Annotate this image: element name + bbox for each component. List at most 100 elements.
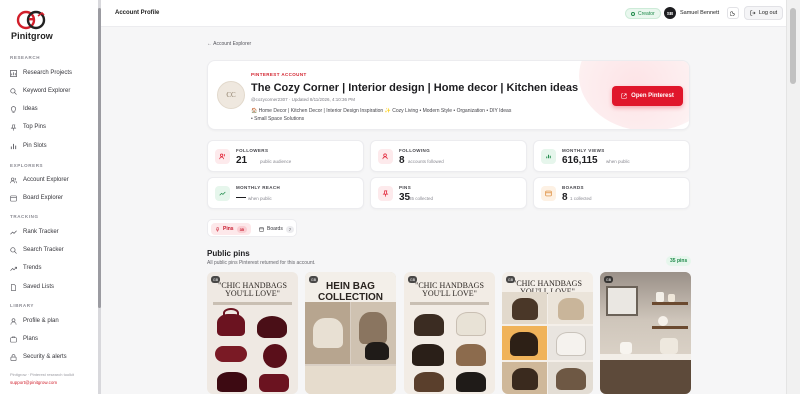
stat-value: 8 xyxy=(399,155,405,166)
back-link[interactable]: ← Account Explorer xyxy=(207,41,251,47)
stat-icon-badge xyxy=(378,149,393,164)
tab-pins-label: Pins xyxy=(223,226,234,232)
chart-icon xyxy=(10,69,17,77)
handbag-image xyxy=(359,312,387,344)
tab-pins[interactable]: Pins 35 xyxy=(211,223,252,235)
sidebar-item-search-tracker[interactable]: Search Tracker xyxy=(10,244,64,256)
sidebar-item-plans[interactable]: Plans xyxy=(10,333,38,345)
handbag-image xyxy=(414,372,444,392)
page-scrollbar-thumb[interactable] xyxy=(790,8,796,84)
avatar[interactable]: SB xyxy=(664,7,676,19)
open-pinterest-button[interactable]: Open Pinterest xyxy=(612,86,683,106)
sidebar-item-board-explorer[interactable]: Board Explorer xyxy=(10,192,63,204)
account-description: 🏠 Home Decor | Kitchen Decor | Interior … xyxy=(251,108,512,114)
handbag-image xyxy=(412,344,444,366)
account-description-continued: • Small Space Solutions xyxy=(251,116,305,122)
sidebar: Pinitgrow RESEARCH Research Projects Key… xyxy=(0,0,99,394)
pin-badge: GB xyxy=(211,276,220,283)
sidebar-item-saved-lists[interactable]: Saved Lists xyxy=(10,281,54,293)
logout-button[interactable]: Log out xyxy=(744,6,783,20)
handbag-image xyxy=(365,342,389,360)
kitchen-canister xyxy=(660,338,678,354)
trend-up-icon xyxy=(10,265,17,272)
layers-icon xyxy=(10,336,17,343)
account-avatar-text: CC xyxy=(226,91,236,99)
pin-card[interactable]: GB xyxy=(600,272,691,394)
pins-count-badge: 35 pins xyxy=(666,256,692,266)
sidebar-item-profile-plan[interactable]: Profile & plan xyxy=(10,315,59,327)
handbag-image xyxy=(456,312,486,336)
stat-card-monthly-reach: MONTHLY REACH — when public xyxy=(207,177,364,209)
handbag-image xyxy=(263,344,287,368)
logout-icon xyxy=(750,10,756,16)
section-explorers: EXPLORERS xyxy=(10,163,44,168)
sidebar-item-pin-slots[interactable]: Pin Slots xyxy=(10,140,47,152)
section-tracking: TRACKING xyxy=(10,214,39,219)
pin-card[interactable]: "CHIC HANDBAGS YOU'LL LOVE" GB xyxy=(502,272,593,394)
kitchen-shelf xyxy=(652,326,688,329)
pin-card[interactable]: "CHIC HANDBAGS YOU'LL LOVE" GB xyxy=(404,272,495,394)
search-icon xyxy=(10,87,17,95)
stat-label: MONTHLY REACH xyxy=(236,185,281,190)
sidebar-scrollbar-thumb[interactable] xyxy=(98,8,101,308)
stat-subtext: 35 collected xyxy=(409,196,434,201)
pin-photo xyxy=(305,366,396,394)
footer-note: Pinitgrow · Pinterest research toolkit xyxy=(10,372,75,377)
user-plus-icon xyxy=(382,153,388,160)
sidebar-item-account-explorer[interactable]: Account Explorer xyxy=(10,174,69,186)
sidebar-item-top-pins[interactable]: Top Pins xyxy=(10,121,46,133)
pin-card[interactable]: "CHIC HANDBAGS YOU'LL LOVE" GB xyxy=(207,272,298,394)
stat-card-pins: PINS 35 35 collected xyxy=(370,177,527,209)
sidebar-item-label: Plans xyxy=(23,336,39,342)
pin-card[interactable]: HEIN BAG COLLECTION GB xyxy=(305,272,396,394)
sidebar-item-rank-tracker[interactable]: Rank Tracker xyxy=(10,226,59,238)
pin-headline: HEIN BAG COLLECTION xyxy=(318,281,383,303)
pin-icon xyxy=(382,190,389,197)
section-library: LIBRARY xyxy=(10,303,35,308)
stat-value: 616,115 xyxy=(562,155,598,166)
top-bar: Account Profile Creator SB Samuel Bennet… xyxy=(101,0,786,27)
tab-pins-count: 35 xyxy=(236,225,248,233)
handbag-handle xyxy=(223,308,239,318)
kitchen-canister xyxy=(620,342,632,354)
pin-badge: GB xyxy=(309,276,318,283)
stat-subtext: 1 collected xyxy=(570,196,592,201)
stat-icon-badge xyxy=(541,149,556,164)
handbag-image xyxy=(512,368,538,390)
moon-icon xyxy=(730,11,735,16)
sidebar-item-research-projects[interactable]: Research Projects xyxy=(10,67,72,79)
handbag-image xyxy=(556,368,586,390)
users-icon xyxy=(219,153,225,160)
account-meta: @cozycorner2307 · Updated 8/11/2026, 4:1… xyxy=(251,97,356,102)
logout-label: Log out xyxy=(758,10,778,16)
brand-logo[interactable]: Pinitgrow xyxy=(10,9,54,41)
users-icon xyxy=(10,177,17,184)
sidebar-item-label: Trends xyxy=(23,265,42,271)
sidebar-item-security-alerts[interactable]: Security & alerts xyxy=(10,351,67,363)
tab-boards-count: 7 xyxy=(285,225,295,233)
account-hero-card: CC PINTEREST ACCOUNT The Cozy Corner | I… xyxy=(207,60,690,130)
kitchen-jar xyxy=(668,294,675,302)
stat-subtext: public audience xyxy=(260,159,292,164)
tab-boards[interactable]: Boards 7 xyxy=(255,223,298,235)
brand-name: Pinitgrow xyxy=(11,31,53,41)
theme-toggle-button[interactable] xyxy=(727,7,739,19)
external-link-icon xyxy=(621,93,627,99)
pin-badge: GB xyxy=(604,276,613,283)
board-icon xyxy=(259,226,264,232)
section-research: RESEARCH xyxy=(10,55,41,60)
sidebar-item-keyword-explorer[interactable]: Keyword Explorer xyxy=(10,85,70,97)
sidebar-item-trends[interactable]: Trends xyxy=(10,262,41,274)
support-email-link[interactable]: support@pinitgrow.com xyxy=(10,380,57,385)
stat-label: FOLLOWERS xyxy=(236,148,269,153)
stat-subtext: when public xyxy=(248,196,272,201)
pins-subtitle: All public pins Pinterest returned for t… xyxy=(207,260,316,266)
pin-badge: GB xyxy=(506,276,515,283)
sidebar-item-label: Saved Lists xyxy=(23,284,55,290)
handbag-image xyxy=(558,298,584,320)
handbag-image xyxy=(556,332,586,356)
sidebar-item-ideas[interactable]: Ideas xyxy=(10,103,38,115)
kitchen-jar xyxy=(656,292,664,302)
stat-card-followers: FOLLOWERS 21 public audience xyxy=(207,140,364,172)
kitchen-cabinets xyxy=(600,360,691,394)
